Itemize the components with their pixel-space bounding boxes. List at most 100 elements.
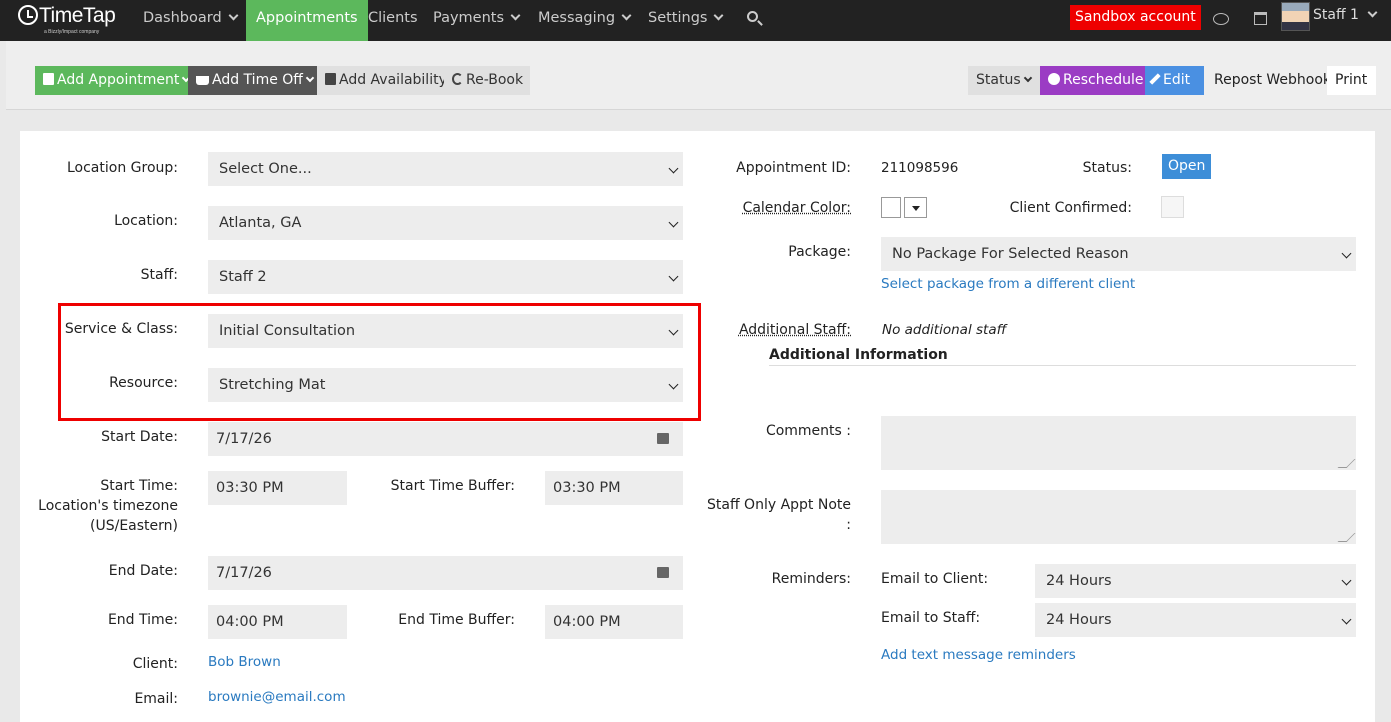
end-time-label: End Time: xyxy=(107,612,178,628)
additional-staff-label: Additional Staff: xyxy=(738,322,851,338)
end-buffer-input[interactable]: 04:00 PM xyxy=(545,605,683,639)
logo-text: TimeTap xyxy=(39,4,116,27)
add-availability-button[interactable]: Add Availability xyxy=(317,66,447,95)
comments-textarea[interactable] xyxy=(881,416,1356,470)
chevron-down-icon xyxy=(1023,73,1032,83)
chevron-down-icon xyxy=(228,10,239,21)
select-package-link[interactable]: Select package from a different client xyxy=(881,276,1135,292)
email-label: Email: xyxy=(134,691,178,707)
chevron-down-icon xyxy=(668,163,679,174)
email-to-staff-value: 24 Hours xyxy=(1046,612,1112,628)
start-date-input[interactable]: 7/17/26 xyxy=(208,422,683,456)
chevron-down-icon xyxy=(714,10,724,21)
client-link[interactable]: Bob Brown xyxy=(208,654,281,670)
nav-payments[interactable]: Payments xyxy=(433,0,521,41)
start-buffer-label: Start Time Buffer: xyxy=(390,478,515,494)
refresh-icon xyxy=(452,73,463,85)
add-availability-label: Add Availability xyxy=(339,72,447,88)
location-group-select[interactable]: Select One... xyxy=(208,152,683,186)
email-to-staff-label: Email to Staff: xyxy=(881,610,981,626)
repost-webhook-label: Repost Webhook xyxy=(1214,72,1332,88)
nav-dashboard-label: Dashboard xyxy=(143,10,222,26)
reminders-label: Reminders: xyxy=(771,571,851,587)
chevron-down-icon xyxy=(621,10,632,21)
action-toolbar: Add Appointment Add Time Off Add Availab… xyxy=(6,41,1391,110)
start-time-input[interactable]: 03:30 PM xyxy=(208,471,347,505)
edit-label: Edit xyxy=(1163,72,1191,88)
add-text-reminders-link[interactable]: Add text message reminders xyxy=(881,647,1076,663)
print-button[interactable]: Print xyxy=(1327,66,1376,95)
additional-info-heading: Additional Information xyxy=(769,347,948,363)
nav-settings-label: Settings xyxy=(648,10,708,26)
clock-icon xyxy=(1048,73,1060,85)
pencil-icon xyxy=(1149,73,1161,85)
end-buffer-label: End Time Buffer: xyxy=(398,612,515,628)
rebook-button[interactable]: Re-Book xyxy=(444,66,530,95)
end-date-value: 7/17/26 xyxy=(216,565,272,581)
package-label: Package: xyxy=(788,244,851,260)
start-time-label-line3: (US/Eastern) xyxy=(90,518,178,534)
nav-dashboard[interactable]: Dashboard xyxy=(143,0,239,41)
nav-settings[interactable]: Settings xyxy=(648,0,724,41)
location-label: Location: xyxy=(114,213,178,229)
appointment-id-label: Appointment ID: xyxy=(736,160,851,176)
avatar[interactable] xyxy=(1281,2,1310,31)
add-time-off-button[interactable]: Add Time Off xyxy=(188,66,317,95)
nav-appointments[interactable]: Appointments xyxy=(246,0,368,48)
start-time-label: Start Time: Location's timezone (US/East… xyxy=(20,476,178,536)
start-buffer-input[interactable]: 03:30 PM xyxy=(545,471,683,505)
timetap-logo[interactable]: TimeTap a Bizzly/Impact company xyxy=(18,4,116,35)
staff-note-textarea[interactable] xyxy=(881,490,1356,544)
nav-clients[interactable]: Clients xyxy=(368,0,418,41)
package-value: No Package For Selected Reason xyxy=(892,246,1129,262)
user-menu[interactable]: Staff 1 xyxy=(1313,0,1378,31)
comments-label: Comments : xyxy=(765,423,851,439)
end-date-input[interactable]: 7/17/26 xyxy=(208,556,683,590)
client-confirmed-checkbox[interactable] xyxy=(1161,196,1184,218)
logo-subtitle: a Bizzly/Impact company xyxy=(44,29,100,35)
calendar-color-swatch[interactable] xyxy=(881,197,901,218)
package-select[interactable]: No Package For Selected Reason xyxy=(881,237,1356,271)
staff-select[interactable]: Staff 2 xyxy=(208,260,683,294)
end-time-value: 04:00 PM xyxy=(216,614,284,630)
email-to-client-label: Email to Client: xyxy=(881,571,989,587)
nav-messaging[interactable]: Messaging xyxy=(538,0,632,41)
end-buffer-value: 04:00 PM xyxy=(553,614,621,630)
email-to-staff-select[interactable]: 24 Hours xyxy=(1035,603,1356,637)
repost-webhook-button[interactable]: Repost Webhook xyxy=(1206,66,1331,95)
edit-button[interactable]: Edit xyxy=(1145,66,1204,95)
calendar-icon[interactable] xyxy=(1254,12,1267,25)
email-link[interactable]: brownie@email.com xyxy=(208,689,346,705)
chat-icon[interactable] xyxy=(1213,13,1229,25)
highlight-box xyxy=(58,303,701,421)
sandbox-badge[interactable]: Sandbox account xyxy=(1070,5,1201,30)
start-time-value: 03:30 PM xyxy=(216,480,284,496)
reschedule-button[interactable]: Reschedule xyxy=(1040,66,1145,95)
location-value: Atlanta, GA xyxy=(219,215,302,231)
status-dropdown-button[interactable]: Status xyxy=(968,66,1040,95)
client-confirmed-label: Client Confirmed: xyxy=(1009,200,1132,216)
top-navbar: TimeTap a Bizzly/Impact company Dashboar… xyxy=(0,0,1391,48)
appointment-id-value: 211098596 xyxy=(881,160,959,176)
staff-value: Staff 2 xyxy=(219,269,267,285)
calendar-icon[interactable] xyxy=(657,433,669,444)
email-to-client-select[interactable]: 24 Hours xyxy=(1035,564,1356,598)
add-appointment-button[interactable]: Add Appointment xyxy=(35,66,191,95)
end-time-input[interactable]: 04:00 PM xyxy=(208,605,347,639)
nav-clients-label: Clients xyxy=(368,10,418,26)
user-name: Staff 1 xyxy=(1313,7,1359,23)
rebook-label: Re-Book xyxy=(466,72,524,88)
calendar-icon[interactable] xyxy=(657,567,669,578)
email-to-client-value: 24 Hours xyxy=(1046,573,1112,589)
location-select[interactable]: Atlanta, GA xyxy=(208,206,683,240)
add-time-off-label: Add Time Off xyxy=(212,72,303,88)
nav-messaging-label: Messaging xyxy=(538,10,616,26)
calendar-color-dropdown[interactable] xyxy=(904,197,927,218)
staff-note-label-line2: : xyxy=(846,517,851,533)
chevron-down-icon xyxy=(305,73,315,83)
start-date-label: Start Date: xyxy=(101,429,178,445)
appointment-form-panel: Location Group: Select One... Location: … xyxy=(20,131,1375,722)
additional-staff-value: No additional staff xyxy=(882,322,1007,338)
search-icon[interactable] xyxy=(747,11,758,22)
chevron-down-icon xyxy=(510,10,521,21)
